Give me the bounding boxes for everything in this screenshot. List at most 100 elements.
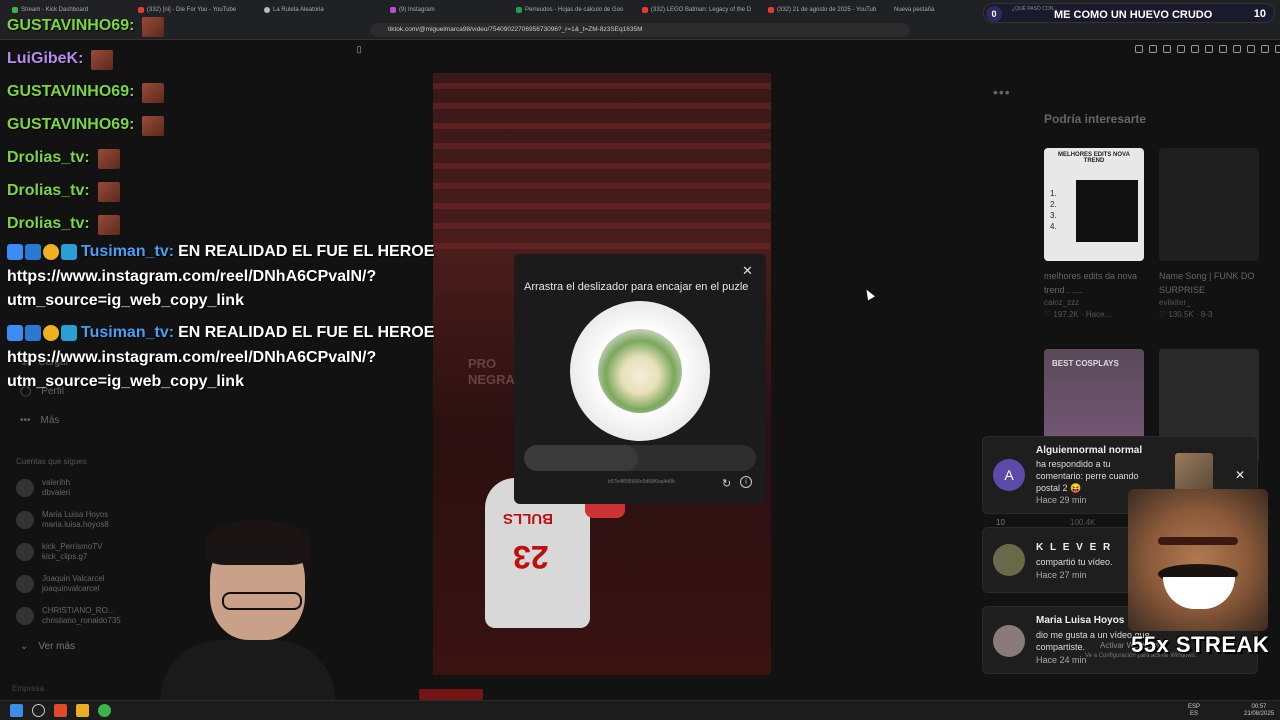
extension-icon[interactable] (1205, 45, 1213, 53)
account-names: CHRISTIANO_RO... christiano_ronaldo735 (42, 606, 121, 626)
chat-text: EN REALIDAD EL FUE EL HEROE (178, 243, 435, 260)
suggestion-thumbnail[interactable]: MELHORES EDITS NOVA TREND 1. 2. 3. 4. (1044, 148, 1144, 261)
windows-start-icon[interactable] (10, 704, 23, 717)
browser-tab[interactable]: (332) LEGO Batman: Legacy of the D (636, 2, 758, 18)
language-code: ESP (1188, 704, 1201, 710)
extension-icon[interactable] (1261, 45, 1269, 53)
account-handle: christiano_ronaldo735 (42, 616, 121, 625)
meme-overlay (1128, 489, 1268, 631)
close-icon[interactable]: ✕ (1235, 468, 1245, 482)
extension-icon[interactable] (1135, 45, 1143, 53)
badge-icon (25, 325, 41, 342)
suggestion-thumbnail[interactable] (1159, 148, 1259, 261)
app-icon[interactable] (98, 704, 111, 717)
extension-icon[interactable] (1149, 45, 1157, 53)
following-account[interactable]: kick_PerrismoTV kick_clips.g7 (16, 542, 102, 562)
extension-icon[interactable] (1163, 45, 1171, 53)
badge-icon (43, 325, 59, 342)
extension-icon[interactable] (1247, 45, 1255, 53)
extension-icon[interactable] (1177, 45, 1185, 53)
suggestions-title: Podría interesarte (1044, 112, 1147, 126)
video-progress-indicator (419, 689, 483, 700)
account-name: kick_PerrismoTV (42, 542, 103, 551)
account-handle: kick_clips.g7 (42, 552, 88, 561)
thumbnail-block (1076, 180, 1138, 242)
folder-icon[interactable] (76, 704, 89, 717)
chat-emote-icon (97, 148, 120, 169)
puzzle-rotating-piece (598, 329, 682, 413)
info-icon[interactable]: i (740, 476, 752, 488)
account-name: valerihh (42, 478, 71, 487)
extension-icon[interactable] (1219, 45, 1227, 53)
captcha-slider-track[interactable] (524, 445, 756, 471)
extension-icon[interactable] (1275, 45, 1280, 53)
chat-line: Drolias_tv: (7, 208, 497, 241)
following-account[interactable]: Joaquin Valcarcel joaquinvalcarcel (16, 574, 105, 594)
extension-icon[interactable] (1191, 45, 1199, 53)
captcha-slider-handle[interactable] (524, 445, 638, 471)
screen: Stream - Kick Dashboard (332) [ni] - Die … (0, 0, 1280, 720)
avatar (16, 607, 34, 625)
following-account[interactable]: Maria Luisa Hoyos maria.luisa.hoyos8 (16, 510, 109, 530)
chat-link[interactable]: https://www.instagram.com/reel/DNhA6CPva… (7, 265, 497, 290)
now-playing-widget: 0 ¿QUÉ PASÓ CON... ME COMO UN HUEVO CRUD… (983, 3, 1275, 23)
account-name: CHRISTIANO_RO... (42, 606, 115, 615)
chat-emote-icon (142, 115, 165, 136)
suggestion-caption[interactable]: melhores edits da nova trend . .... (1044, 269, 1144, 297)
suggestion-author[interactable]: evilxiter_ (1159, 297, 1259, 309)
captcha-id: b57b4ff0f5966e9d68f6aa4d8b (608, 479, 675, 485)
list-item: 4. (1050, 222, 1057, 231)
suggestion-card[interactable]: MELHORES EDITS NOVA TREND 1. 2. 3. 4. me… (1044, 148, 1144, 321)
chat-link-cont[interactable]: utm_source=ig_web_copy_link (7, 289, 497, 314)
following-account[interactable]: valerihh dbvaleri (16, 478, 70, 498)
suggestion-author[interactable]: caioz_zzz (1044, 297, 1144, 309)
account-name: Maria Luisa Hoyos (42, 510, 109, 519)
suggestion-card[interactable]: Name Song | FUNK DO SURPRISE evilxiter_ … (1159, 148, 1259, 321)
browser-icon[interactable] (54, 704, 67, 717)
search-icon[interactable] (32, 704, 45, 717)
webcam-hair (205, 520, 310, 565)
chat-line: GUSTAVINHO69: (7, 10, 497, 43)
close-icon[interactable]: ✕ (742, 263, 753, 279)
notification-body: postal 2 😝 (1036, 483, 1082, 493)
sidebar-item-label: Más (40, 415, 60, 426)
chat-username: Drolias_tv: (7, 149, 90, 167)
webcam-glasses (222, 592, 302, 610)
clock[interactable]: 00:57 21/08/2025 (1244, 704, 1274, 718)
tab-favicon-icon (768, 7, 774, 13)
tab-favicon-icon (642, 7, 648, 13)
extension-icon[interactable] (1233, 45, 1241, 53)
avatar (16, 479, 34, 497)
chat-username: Tusiman_tv: (81, 243, 175, 260)
footer-empresa[interactable]: Empresa (12, 684, 44, 693)
more-options-icon[interactable]: ••• (993, 84, 1011, 100)
refresh-icon[interactable]: ↻ (722, 477, 731, 490)
streamer-webcam (160, 520, 335, 710)
chat-username: GUSTAVINHO69: (7, 17, 135, 35)
account-handle: dbvaleri (42, 488, 71, 497)
chat-line: GUSTAVINHO69: (7, 109, 497, 142)
notification-count: 100.4K (1070, 518, 1096, 527)
suggestion-caption[interactable]: Name Song | FUNK DO SURPRISE (1159, 269, 1259, 297)
see-more-button[interactable]: ⌄ Ver más (20, 641, 75, 652)
chat-link[interactable]: https://www.instagram.com/reel/DNhA6CPva… (7, 346, 497, 371)
sidebar-item-mas[interactable]: ••• Más (20, 415, 59, 426)
browser-tab[interactable]: (332) 21 de agosto de 2025 - YouTub (762, 2, 884, 18)
thumbnail-heading: MELHORES EDITS NOVA TREND (1058, 152, 1130, 164)
jersey-number: 23 (513, 539, 549, 575)
meme-mouth (1163, 577, 1235, 609)
see-more-label: Ver más (38, 641, 76, 652)
following-account[interactable]: CHRISTIANO_RO... christiano_ronaldo735 (16, 606, 121, 626)
chat-line: Drolias_tv: (7, 175, 497, 208)
chat-username: Drolias_tv: (7, 182, 90, 200)
browser-tab[interactable]: Nueva pestaña (888, 2, 948, 18)
browser-tab[interactable]: Perreudos - Hojas de cálculo de Goo (510, 2, 632, 18)
thumbnail-label: BEST COSPLAYS (1052, 359, 1119, 368)
chat-emote-icon (142, 82, 165, 103)
language-indicator[interactable]: ESP ES (1188, 704, 1200, 718)
windows-taskbar: ESP ES 00:57 21/08/2025 (0, 700, 1280, 720)
more-icon: ••• (20, 415, 31, 426)
account-names: kick_PerrismoTV kick_clips.g7 (42, 542, 102, 562)
chat-link-cont[interactable]: utm_source=ig_web_copy_link (7, 370, 497, 395)
chat-emote-icon (142, 16, 165, 37)
